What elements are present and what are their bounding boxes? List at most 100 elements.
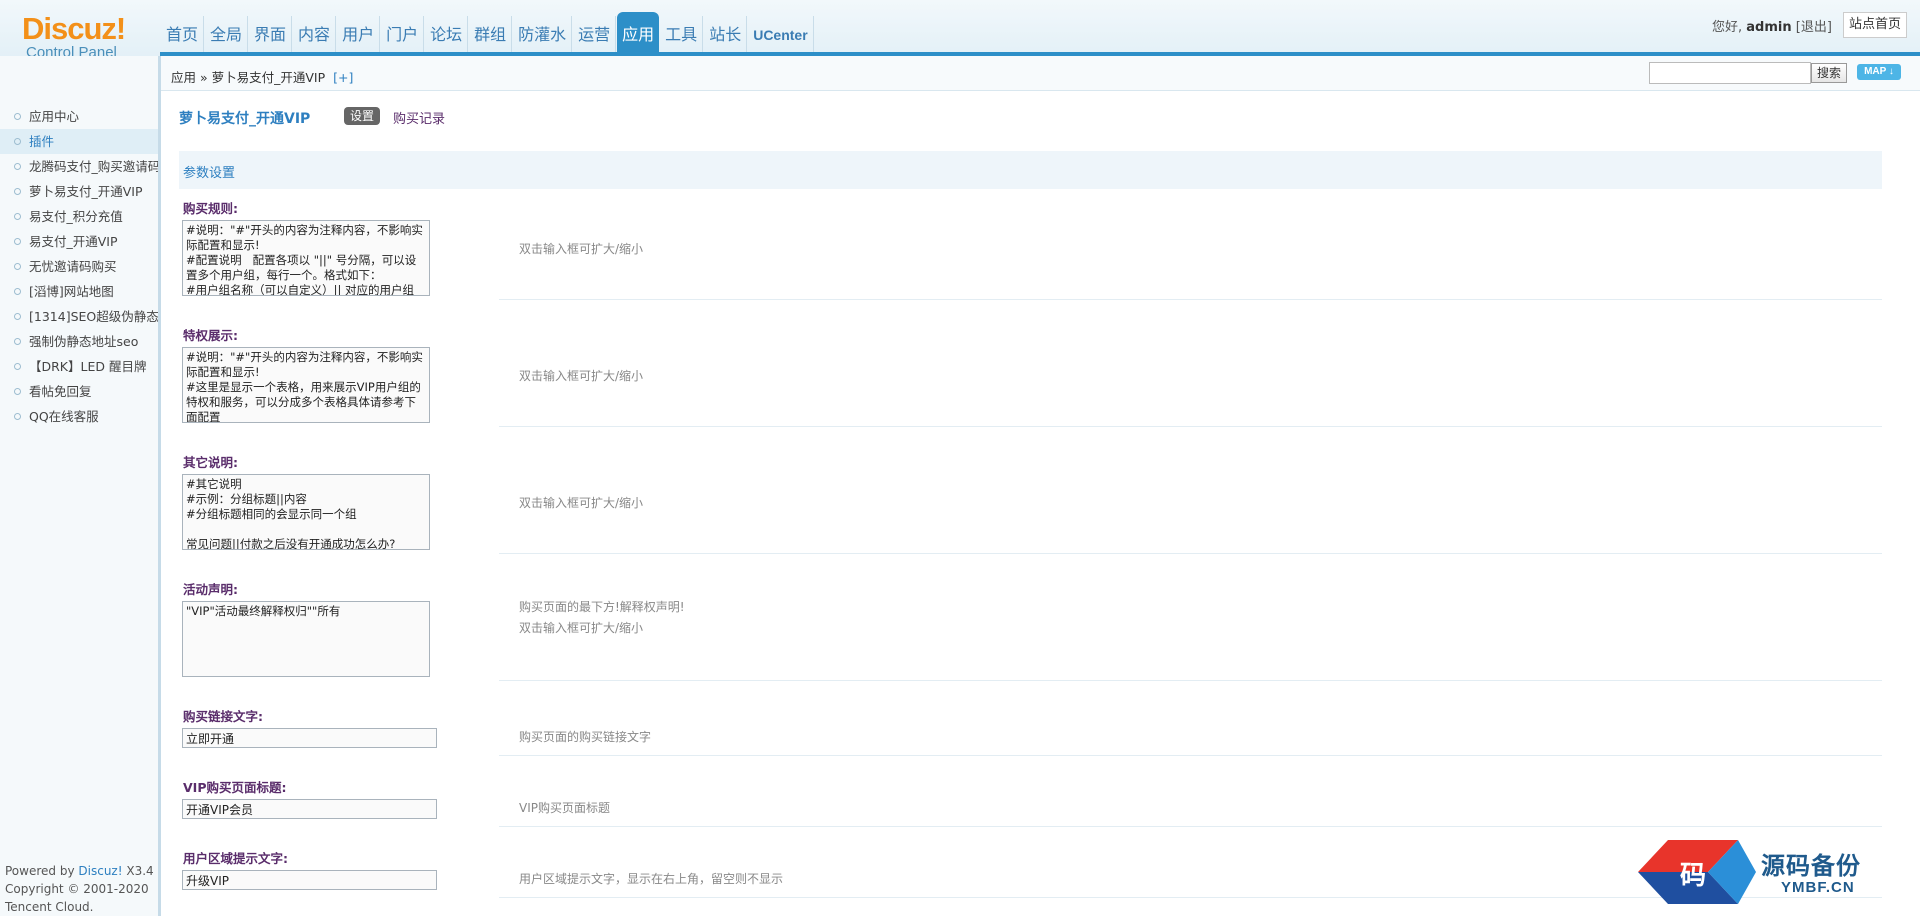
nav-forum[interactable]: 论坛 [425, 16, 469, 52]
nav-tools[interactable]: 工具 [660, 16, 704, 52]
privilege-display-textarea[interactable]: #说明："#"开头的内容为注释内容，不影响实际配置和显示! #这里是显示一个表格… [182, 347, 430, 423]
watermark-emblem-icon: 码 [1638, 840, 1756, 904]
top-header: Discuz! Control Panel 首页 全局 界面 内容 用户 门户 … [0, 0, 1920, 61]
sidebar-footer: Powered by Discuz! X3.4 Copyright © 2001… [5, 864, 154, 914]
field-label: 其它说明: [183, 455, 238, 470]
top-navigation: 首页 全局 界面 内容 用户 门户 论坛 群组 防灌水 运营 应用 工具 站长 … [161, 12, 815, 56]
sidebar-item-plugin[interactable]: 无忧邀请码购买 [0, 254, 158, 279]
vip-page-title-input[interactable] [182, 799, 437, 819]
sidebar-item-plugin[interactable]: 萝卜易支付_开通VIP [0, 179, 158, 204]
nav-home[interactable]: 首页 [161, 16, 205, 52]
logo-brand: Discuz! [22, 11, 126, 46]
bullet-icon [14, 263, 21, 270]
logo[interactable]: Discuz! Control Panel [22, 11, 142, 62]
bullet-icon [14, 413, 21, 420]
breadcrumb: 应用 » 萝卜易支付_开通VIP [+] [171, 67, 353, 86]
nav-operations[interactable]: 运营 [573, 16, 617, 52]
divider [179, 680, 1882, 681]
sidebar-item-plugin[interactable]: [1314]SEO超级伪静态 [0, 304, 158, 329]
field-hint: 用户区域提示文字，显示在右上角，留空则不显示 [519, 872, 784, 886]
nav-users[interactable]: 用户 [337, 16, 381, 52]
sidebar-menu: 应用中心 插件 龙腾码支付_购买邀请码 萝卜易支付_开通VIP 易支付_积分充值… [0, 104, 158, 429]
nav-portal[interactable]: 门户 [381, 16, 425, 52]
sidebar-item-plugin[interactable]: QQ在线客服 [0, 404, 158, 429]
watermark-title: 源码备份 [1761, 852, 1861, 880]
bullet-icon [14, 138, 21, 145]
divider [179, 299, 1882, 300]
buy-link-text-input[interactable] [182, 728, 437, 748]
field-hint: 双击输入框可扩大/缩小 [519, 621, 644, 635]
bullet-icon [14, 213, 21, 220]
sidebar-item-plugin[interactable]: 【DRK】LED 醒目牌 [0, 354, 158, 379]
section-header: 参数设置 [179, 151, 1882, 189]
sidebar-item-app-center[interactable]: 应用中心 [0, 104, 158, 129]
sidebar-item-plugins[interactable]: 插件 [0, 129, 158, 154]
search-input[interactable] [1649, 62, 1811, 84]
divider [179, 553, 1882, 554]
breadcrumb-path[interactable]: 应用 » 萝卜易支付_开通VIP [171, 70, 325, 85]
arrow-down-icon: ↓ [1888, 66, 1894, 77]
field-hint: 购买页面的最下方!解释权声明! [519, 600, 685, 614]
field-label: 用户区域提示文字: [183, 851, 288, 866]
tab-settings[interactable]: 设置 [344, 107, 381, 125]
divider [179, 826, 1882, 827]
discuz-link[interactable]: Discuz! [78, 864, 122, 878]
other-notes-textarea[interactable]: #其它说明 #示例：分组标题||内容 #分组标题相同的会显示同一个组 常见问题|… [182, 474, 430, 550]
section-title: 参数设置 [183, 166, 236, 181]
sidebar-item-plugin[interactable]: [滔博]网站地图 [0, 279, 158, 304]
user-info: 您好, admin [退出] [1712, 16, 1832, 35]
field-label: 特权展示: [183, 328, 238, 343]
field-hint: 双击输入框可扩大/缩小 [519, 496, 644, 510]
site-home-button[interactable]: 站点首页 [1843, 12, 1908, 38]
sidebar-item-plugin[interactable]: 强制伪静态地址seo [0, 329, 158, 354]
nav-apps[interactable]: 应用 [617, 12, 660, 52]
bullet-icon [14, 238, 21, 245]
nav-interface[interactable]: 界面 [249, 16, 293, 52]
sidebar: 应用中心 插件 龙腾码支付_购买邀请码 萝卜易支付_开通VIP 易支付_积分充值… [0, 56, 159, 916]
purchase-rules-textarea[interactable]: #说明："#"开头的内容为注释内容，不影响实际配置和显示! #配置说明 配置各项… [182, 220, 430, 296]
field-label: 购买链接文字: [183, 709, 263, 724]
nav-content[interactable]: 内容 [293, 16, 337, 52]
activity-statement-textarea[interactable]: "VIP"活动最终解释权归""所有 [182, 601, 430, 677]
logout-link[interactable]: [退出] [1796, 20, 1832, 35]
bullet-icon [14, 363, 21, 370]
field-hint: 购买页面的购买链接文字 [519, 730, 652, 744]
divider [179, 426, 1882, 427]
nav-antispam[interactable]: 防灌水 [513, 16, 573, 52]
field-label: VIP购买页面标题: [183, 780, 287, 795]
map-button[interactable]: MAP ↓ [1857, 64, 1901, 80]
watermark-domain: YMBF.CN [1781, 879, 1855, 896]
breadcrumb-bar: 应用 » 萝卜易支付_开通VIP [+] 搜索 MAP ↓ [161, 56, 1920, 91]
bullet-icon [14, 388, 21, 395]
watermark-logo: 码 源码备份 YMBF.CN [1638, 836, 1898, 908]
nav-ucenter[interactable]: UCenter [748, 16, 814, 52]
divider [179, 755, 1882, 756]
add-shortcut-link[interactable]: [+] [333, 70, 353, 85]
sidebar-item-plugin[interactable]: 龙腾码支付_购买邀请码 [0, 154, 158, 179]
bullet-icon [14, 113, 21, 120]
bullet-icon [14, 188, 21, 195]
bullet-icon [14, 313, 21, 320]
field-hint: 双击输入框可扩大/缩小 [519, 369, 644, 383]
bullet-icon [14, 288, 21, 295]
nav-global[interactable]: 全局 [205, 16, 249, 52]
greeting: 您好, [1712, 20, 1743, 35]
bullet-icon [14, 163, 21, 170]
company: Tencent Cloud. [5, 900, 94, 914]
sidebar-item-plugin[interactable]: 易支付_积分充值 [0, 204, 158, 229]
field-hint: 双击输入框可扩大/缩小 [519, 242, 644, 256]
page-title: 萝卜易支付_开通VIP [179, 111, 311, 127]
sidebar-item-plugin[interactable]: 看帖免回复 [0, 379, 158, 404]
field-hint: VIP购买页面标题 [519, 801, 610, 815]
username: admin [1746, 20, 1792, 35]
watermark-char: 码 [1680, 861, 1706, 891]
bullet-icon [14, 338, 21, 345]
sidebar-item-plugin[interactable]: 易支付_开通VIP [0, 229, 158, 254]
nav-groups[interactable]: 群组 [469, 16, 513, 52]
search-button[interactable]: 搜索 [1811, 63, 1848, 83]
user-area-text-input[interactable] [182, 870, 437, 890]
field-label: 购买规则: [183, 201, 238, 216]
nav-admin[interactable]: 站长 [704, 16, 748, 52]
tab-purchase-records[interactable]: 购买记录 [393, 108, 445, 127]
main-content: 萝卜易支付_开通VIP 设置 购买记录 参数设置 购买规则: #说明："#"开头… [161, 91, 1920, 916]
